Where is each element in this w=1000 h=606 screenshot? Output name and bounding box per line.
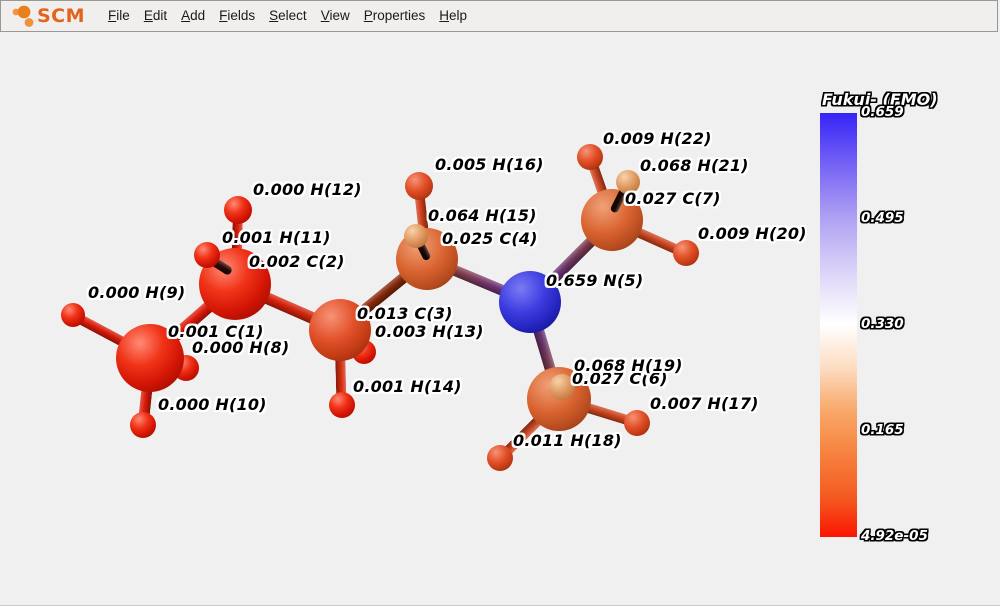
atom-H10[interactable] bbox=[130, 412, 156, 438]
atom-label-H22: 0.009 H(22) bbox=[603, 129, 712, 148]
atom-label-H12: 0.000 H(12) bbox=[253, 180, 362, 199]
menu-item-fields[interactable]: Fields bbox=[212, 0, 262, 32]
atom-H16[interactable] bbox=[405, 172, 433, 200]
colorbar-tick-0: 0.659 bbox=[861, 104, 904, 120]
atom-H11[interactable] bbox=[194, 242, 220, 268]
atom-label-C4: 0.025 C(4) bbox=[442, 229, 538, 248]
atom-label-H13: 0.003 H(13) bbox=[375, 322, 484, 341]
colorbar-tick-3: 0.165 bbox=[861, 422, 904, 438]
atom-H14[interactable] bbox=[329, 392, 355, 418]
atom-label-H11: 0.001 H(11) bbox=[222, 228, 331, 247]
scm-logo-text: SCM bbox=[37, 5, 85, 27]
menu-item-add[interactable]: Add bbox=[174, 0, 212, 32]
menu-item-help[interactable]: Help bbox=[432, 0, 474, 32]
atom-label-H19: 0.068 H(19) bbox=[574, 356, 683, 375]
atom-H20[interactable] bbox=[673, 240, 699, 266]
atom-H12[interactable] bbox=[224, 196, 252, 224]
atom-label-C7: 0.027 C(7) bbox=[625, 189, 721, 208]
menu-bar: SCM FileEditAddFieldsSelectViewPropertie… bbox=[0, 0, 998, 32]
menu-item-properties[interactable]: Properties bbox=[357, 0, 433, 32]
colorbar-tick-4: 4.92e-05 bbox=[861, 528, 928, 544]
colorbar-tick-1: 0.495 bbox=[861, 210, 904, 226]
menu-item-view[interactable]: View bbox=[314, 0, 357, 32]
atom-H15[interactable] bbox=[404, 224, 428, 248]
atom-label-H8: 0.000 H(8) bbox=[192, 338, 289, 357]
colorbar-gradient bbox=[820, 113, 857, 537]
atom-H17[interactable] bbox=[624, 410, 650, 436]
atom-H18[interactable] bbox=[487, 445, 513, 471]
menu-item-select[interactable]: Select bbox=[262, 0, 314, 32]
atom-label-H21: 0.068 H(21) bbox=[640, 156, 749, 175]
molecule-viewport[interactable]: 0.001 C(1)0.002 C(2)0.013 C(3)0.025 C(4)… bbox=[0, 0, 1000, 605]
atom-label-C2: 0.002 C(2) bbox=[249, 252, 345, 271]
atom-label-H14: 0.001 H(14) bbox=[353, 377, 462, 396]
atom-label-H17: 0.007 H(17) bbox=[650, 394, 759, 413]
menu-item-edit[interactable]: Edit bbox=[137, 0, 174, 32]
menu-item-file[interactable]: File bbox=[101, 0, 137, 32]
colorbar-tick-2: 0.330 bbox=[861, 316, 904, 332]
atom-label-H18: 0.011 H(18) bbox=[513, 431, 622, 450]
atom-label-N5: 0.659 N(5) bbox=[546, 271, 643, 290]
fukui-colorbar: Fukui- (FMO) 0.6590.4950.3300.1654.92e-0… bbox=[820, 90, 1000, 560]
scm-logo: SCM bbox=[9, 3, 85, 30]
atom-label-H16: 0.005 H(16) bbox=[435, 155, 544, 174]
atom-label-C3: 0.013 C(3) bbox=[357, 304, 453, 323]
atom-label-H10: 0.000 H(10) bbox=[158, 395, 267, 414]
menu-items: FileEditAddFieldsSelectViewPropertiesHel… bbox=[101, 0, 474, 32]
atom-label-H20: 0.009 H(20) bbox=[698, 224, 807, 243]
atom-H22[interactable] bbox=[577, 144, 603, 170]
amsview-window: SCM FileEditAddFieldsSelectViewPropertie… bbox=[0, 0, 1000, 606]
atom-label-H9: 0.000 H(9) bbox=[88, 283, 185, 302]
atom-label-H15: 0.064 H(15) bbox=[428, 206, 537, 225]
scm-logo-icon bbox=[9, 3, 36, 30]
atom-H9[interactable] bbox=[61, 303, 85, 327]
